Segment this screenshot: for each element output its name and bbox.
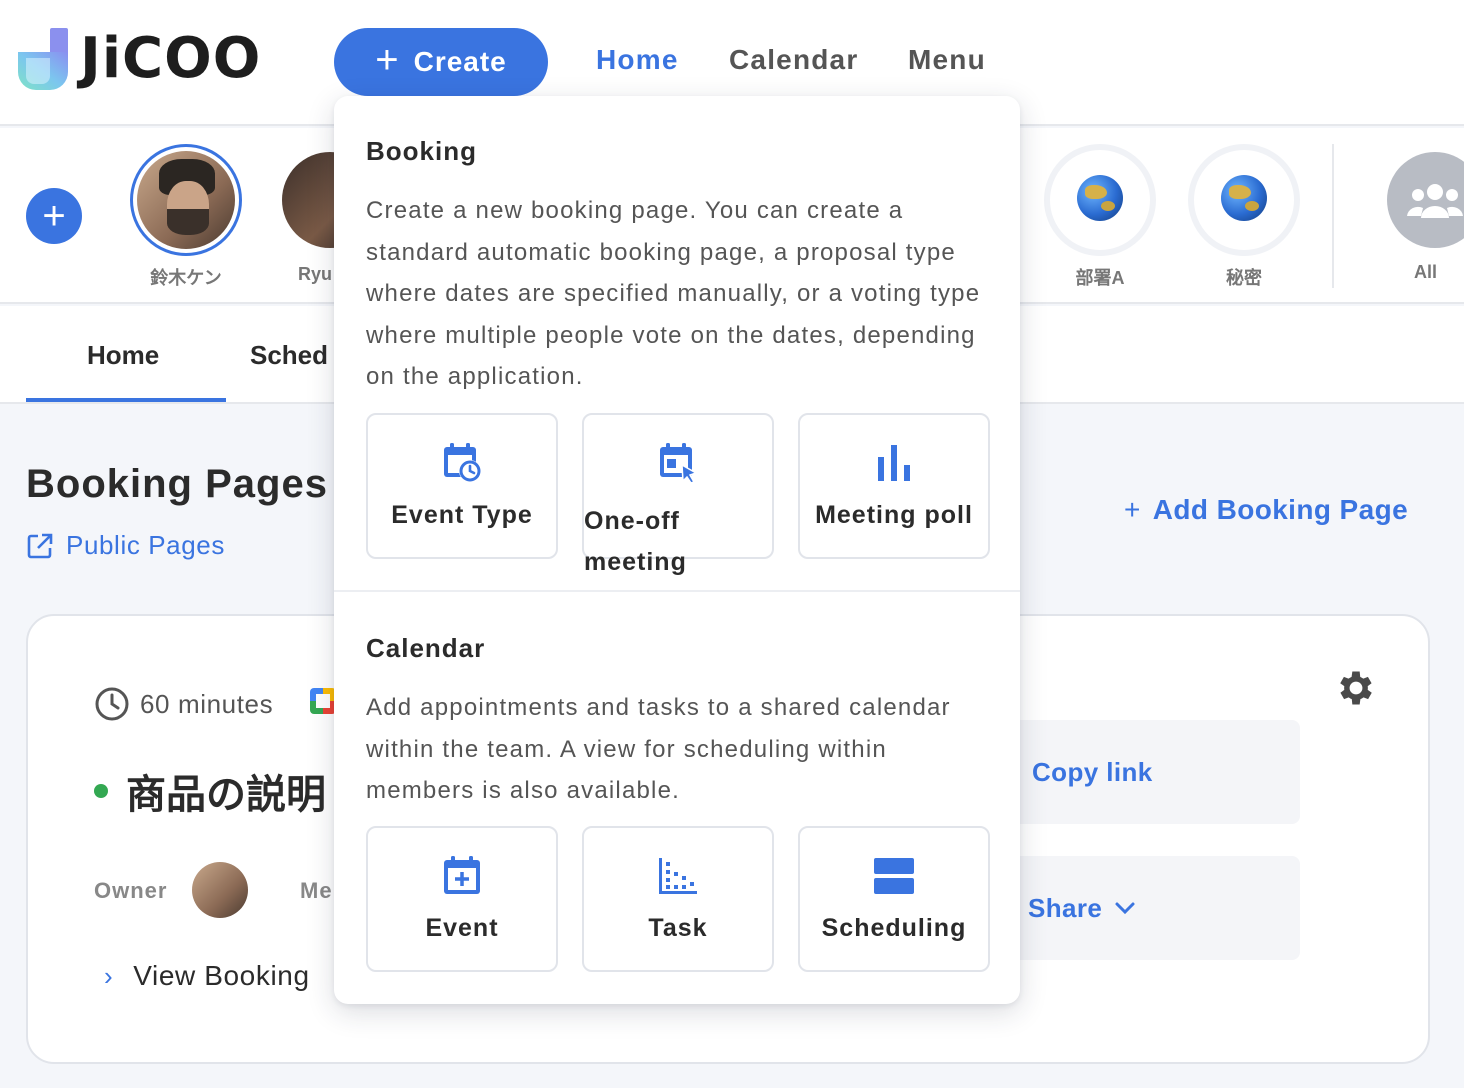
view-booking-link[interactable]: › View Booking xyxy=(104,960,310,992)
copy-link-button[interactable]: Copy link xyxy=(994,720,1300,824)
public-pages-label: Public Pages xyxy=(66,530,225,560)
avatar xyxy=(1044,144,1156,256)
event-option[interactable]: Event xyxy=(366,826,558,972)
member-all[interactable]: All xyxy=(1380,144,1464,283)
tab-schedule[interactable]: Sched xyxy=(250,340,328,371)
calendar-cursor-icon xyxy=(660,443,698,484)
calendar-section-title: Calendar xyxy=(366,633,486,663)
google-calendar-icon xyxy=(310,688,336,714)
member-label: All xyxy=(1414,262,1438,282)
page-title: Booking Pages xyxy=(26,462,328,506)
add-member-button[interactable]: + xyxy=(26,188,82,244)
create-button-label: Create xyxy=(413,46,507,77)
meeting-poll-label: Meeting poll xyxy=(815,501,973,529)
bar-chart-icon xyxy=(878,445,910,481)
booking-page-title[interactable]: 商品の説明 xyxy=(94,762,326,820)
member-secret[interactable]: 秘密 xyxy=(1188,144,1300,290)
share-label: Share xyxy=(1028,892,1103,923)
members-divider xyxy=(1332,144,1334,288)
owner-avatar xyxy=(192,862,248,918)
globe-icon xyxy=(1221,175,1267,221)
members-label: Me xyxy=(300,878,333,903)
task-option[interactable]: Task xyxy=(582,826,774,972)
view-booking-label: View Booking xyxy=(133,960,310,991)
booking-page-title-text: 商品の説明 xyxy=(126,773,326,817)
tab-home[interactable]: Home xyxy=(87,340,159,371)
meeting-poll-option[interactable]: Meeting poll xyxy=(798,413,990,559)
calendar-section-description: Add appointments and tasks to a shared c… xyxy=(366,694,951,804)
chevron-down-icon xyxy=(1115,902,1135,915)
add-booking-page-button[interactable]: + Add Booking Page xyxy=(1124,494,1408,526)
one-off-meeting-option[interactable]: One-off meeting xyxy=(582,413,774,576)
clock-icon xyxy=(95,687,129,721)
scheduling-label: Scheduling xyxy=(821,914,967,942)
gear-icon[interactable] xyxy=(1334,666,1378,710)
jicoo-logo-icon xyxy=(18,28,68,90)
nav-calendar[interactable]: Calendar xyxy=(729,44,858,76)
public-pages-link[interactable]: Public Pages xyxy=(26,530,225,561)
member-label: 鈴木ケン xyxy=(150,268,222,288)
duration: 60 minutes xyxy=(94,686,273,722)
globe-icon xyxy=(1077,175,1123,221)
nav-menu[interactable]: Menu xyxy=(908,44,986,76)
copy-link-label: Copy link xyxy=(1032,756,1153,787)
chevron-right-icon: › xyxy=(104,960,114,991)
section-divider xyxy=(334,590,1020,592)
owner-label: Owner xyxy=(94,878,168,903)
task-label: Task xyxy=(648,914,708,942)
booking-section-title: Booking xyxy=(366,136,477,166)
calendar-plus-icon xyxy=(444,856,480,894)
event-type-label: Event Type xyxy=(391,501,533,529)
member-department-a[interactable]: 部署A xyxy=(1044,144,1156,290)
one-off-meeting-label: One-off meeting xyxy=(584,507,687,576)
member-label: 部署A xyxy=(1075,268,1125,288)
jicoo-logo[interactable]: JiCOO xyxy=(16,28,261,90)
scheduling-option[interactable]: Scheduling xyxy=(798,826,990,972)
logo-text: JiCOO xyxy=(80,26,262,91)
create-dropdown-menu: Booking Create a new booking page. You c… xyxy=(334,96,1020,1004)
scheduling-icon xyxy=(874,858,914,894)
booking-section-description: Create a new booking page. You can creat… xyxy=(366,197,981,390)
avatar xyxy=(130,144,242,256)
calendar-clock-icon xyxy=(444,443,481,482)
share-button[interactable]: Share xyxy=(994,856,1300,960)
plus-icon: + xyxy=(1124,494,1141,525)
event-label: Event xyxy=(425,914,499,942)
external-link-icon xyxy=(27,533,53,558)
duration-label: 60 minutes xyxy=(140,688,274,719)
create-button[interactable]: + Create xyxy=(334,28,548,96)
member-label: 秘密 xyxy=(1226,268,1262,288)
task-chart-icon xyxy=(659,858,697,894)
group-icon xyxy=(1387,152,1464,248)
add-booking-label: Add Booking Page xyxy=(1152,494,1409,525)
avatar-photo xyxy=(137,151,235,249)
event-type-option[interactable]: Event Type xyxy=(366,413,558,559)
nav-home[interactable]: Home xyxy=(596,44,679,76)
avatar xyxy=(1188,144,1300,256)
status-active-dot xyxy=(94,784,108,798)
member-suzuki-ken[interactable]: 鈴木ケン xyxy=(130,144,242,290)
plus-icon: + xyxy=(375,38,400,82)
plus-icon: + xyxy=(42,194,66,238)
tab-active-indicator xyxy=(26,398,226,402)
